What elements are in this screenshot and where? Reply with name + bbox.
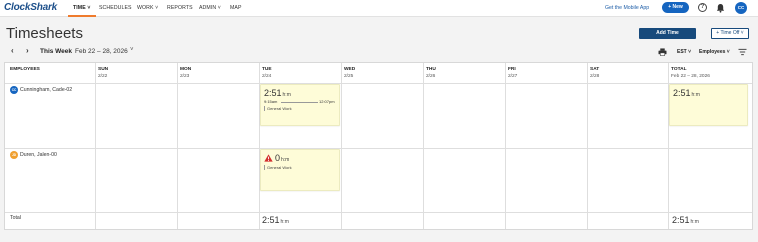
clockshark-logo[interactable]: ClockShark: [4, 2, 57, 13]
col-header-fri: FRI: [508, 67, 516, 72]
col-header-sat: SAT: [590, 67, 600, 72]
nav-admin[interactable]: ADMIN ˅: [199, 5, 221, 11]
total-hours: 2:51h:m: [673, 88, 700, 98]
print-icon[interactable]: [658, 48, 667, 56]
week-range[interactable]: Feb 22 – 28, 2026: [75, 48, 128, 55]
total-label: Total: [10, 215, 21, 221]
grid-row-divider: [5, 148, 752, 149]
bell-icon[interactable]: [716, 3, 725, 13]
col-date-tue: 2/24: [262, 74, 272, 79]
time-entry-card[interactable]: 2:51h:m 9:15am 12:07pm General Work: [260, 84, 340, 126]
nav-schedules[interactable]: SCHEDULES: [99, 5, 132, 11]
col-date-total: Feb 22 – 28, 2026: [671, 74, 710, 79]
grid-divider: [505, 63, 506, 229]
week-label[interactable]: This Week: [40, 48, 72, 55]
timezone-select[interactable]: EST ˅: [677, 49, 691, 55]
employee-name[interactable]: Cunningham, Cade-02: [20, 87, 72, 93]
prev-week-arrow[interactable]: ‹: [11, 46, 14, 55]
col-header-wed: WED: [344, 67, 356, 72]
grid-row-divider: [5, 212, 752, 213]
col-date-sun: 2/22: [98, 74, 108, 79]
total-hours-card: 2:51h:m: [669, 84, 748, 126]
user-avatar[interactable]: CC: [735, 2, 747, 14]
nav-reports[interactable]: REPORTS: [167, 5, 193, 11]
employee-row[interactable]: JD Duren, Jalen-00: [10, 151, 57, 159]
time-off-button[interactable]: + Time Off ˅: [711, 28, 749, 39]
week-total: 2:51h:m: [672, 215, 699, 225]
filter-icon[interactable]: [738, 48, 747, 56]
nav-time[interactable]: TIME ˅: [73, 5, 90, 11]
avatar: JD: [10, 151, 18, 159]
help-icon[interactable]: ?: [698, 3, 707, 12]
col-header-thu: THU: [426, 67, 436, 72]
get-mobile-app-link[interactable]: Get the Mobile App: [605, 5, 649, 11]
grid-divider: [95, 63, 96, 229]
entry-job: General Work: [264, 106, 292, 111]
col-header-total: TOTAL: [671, 67, 687, 72]
entry-start-time: 9:15am: [264, 99, 278, 104]
grid-divider: [423, 63, 424, 229]
warning-icon: [264, 154, 273, 162]
page-title: Timesheets: [6, 25, 83, 42]
time-entry-card[interactable]: 0h:m General Work: [260, 149, 340, 191]
col-date-mon: 2/23: [180, 74, 190, 79]
week-caret-icon[interactable]: ˅: [130, 47, 134, 53]
grid-row-divider: [5, 83, 752, 84]
top-nav: ClockShark TIME ˅ SCHEDULES WORK ˅ REPOR…: [0, 0, 758, 17]
nav-work[interactable]: WORK ˅: [137, 5, 158, 11]
grid-divider: [177, 63, 178, 229]
col-header-mon: MON: [180, 67, 192, 72]
entry-hours: 2:51h:m: [264, 88, 291, 98]
arrow-icon: [281, 101, 318, 103]
col-date-fri: 2/27: [508, 74, 518, 79]
employee-name[interactable]: Duren, Jalen-00: [20, 152, 57, 158]
nav-map[interactable]: MAP: [230, 5, 242, 11]
col-date-wed: 2/25: [344, 74, 354, 79]
new-button[interactable]: + New: [662, 2, 689, 13]
grid-divider: [587, 63, 588, 229]
grid-divider: [341, 63, 342, 229]
entry-hours: 0h:m: [275, 153, 290, 163]
employees-select[interactable]: Employees ˅: [699, 49, 730, 55]
col-header-sun: SUN: [98, 67, 109, 72]
col-date-thu: 2/26: [426, 74, 436, 79]
col-date-sat: 2/28: [590, 74, 600, 79]
day-total-tue: 2:51h:m: [262, 215, 289, 225]
timesheet-grid: EMPLOYEES SUN 2/22 MON 2/23 TUE 2/24 WED…: [4, 62, 753, 230]
add-time-button[interactable]: Add Time: [639, 28, 696, 39]
avatar: CC: [10, 86, 18, 94]
active-tab-indicator: [68, 15, 96, 17]
col-header-tue: TUE: [262, 67, 272, 72]
entry-job: General Work: [264, 165, 292, 170]
col-header-employees[interactable]: EMPLOYEES: [10, 67, 40, 72]
next-week-arrow[interactable]: ›: [26, 46, 29, 55]
entry-end-time: 12:07pm: [319, 99, 335, 104]
employee-row[interactable]: CC Cunningham, Cade-02: [10, 86, 72, 94]
